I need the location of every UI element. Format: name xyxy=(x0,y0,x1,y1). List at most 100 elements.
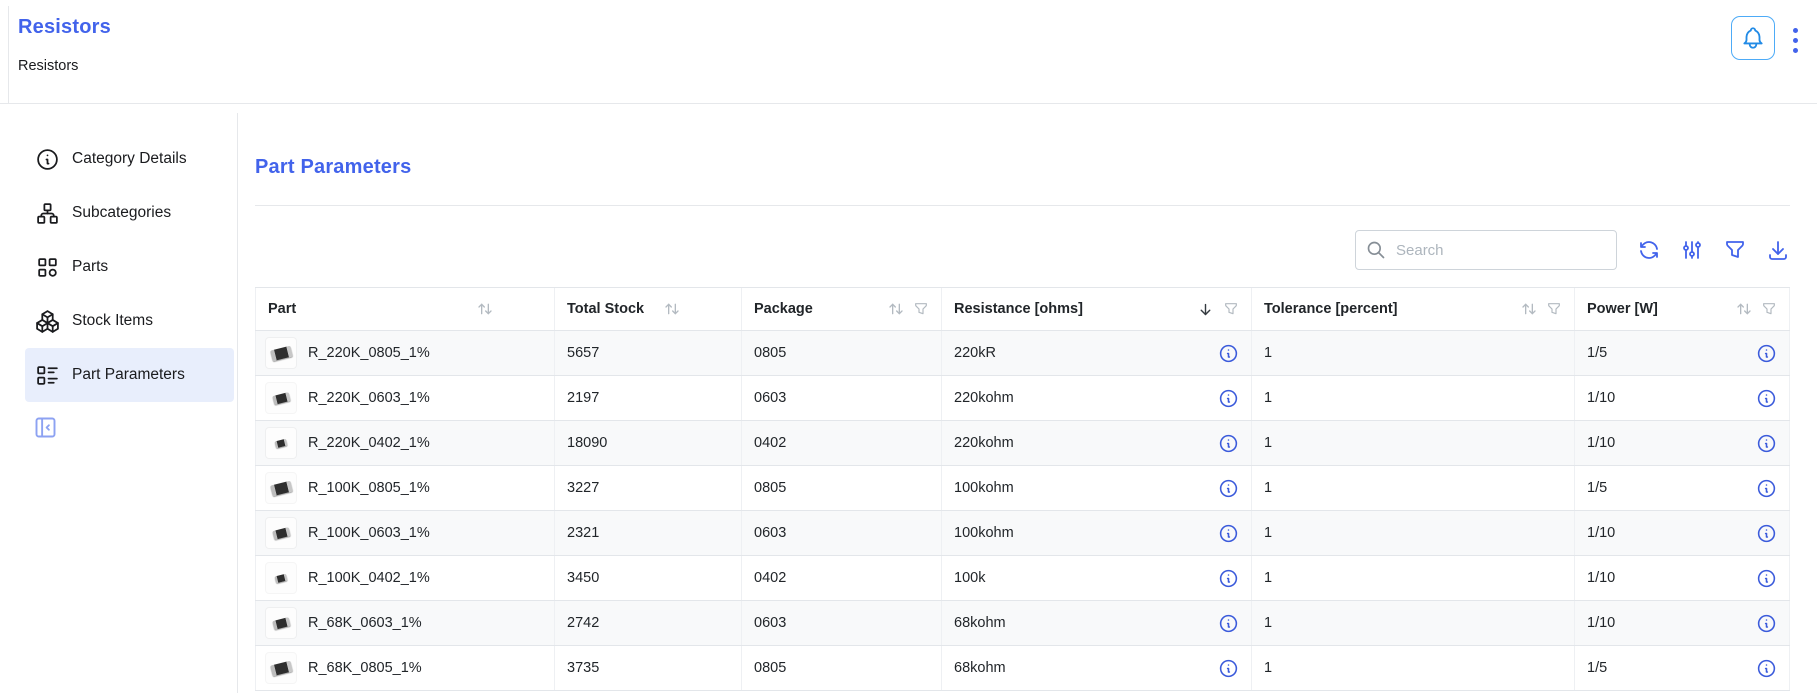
cell-power: 1/10 xyxy=(1575,421,1790,465)
table-row[interactable]: R_220K_0402_1%180900402220kohm11/10 xyxy=(255,421,1790,466)
cell-value: 2742 xyxy=(567,615,599,631)
column-header-total-stock[interactable]: Total Stock xyxy=(555,288,742,330)
cell-total-stock: 3450 xyxy=(555,556,742,600)
bell-icon xyxy=(1740,25,1766,51)
sidebar-item-part-parameters[interactable]: Part Parameters xyxy=(25,348,234,402)
column-filter-icon[interactable] xyxy=(1546,301,1562,317)
sidebar-item-stock-items[interactable]: Stock Items xyxy=(25,294,234,348)
sitemap-icon xyxy=(35,201,60,226)
cell-value: R_100K_0805_1% xyxy=(308,480,430,496)
cell-value: 68kohm xyxy=(954,615,1006,631)
table-row[interactable]: R_100K_0402_1%34500402100k11/10 xyxy=(255,556,1790,601)
column-header-power-w[interactable]: Power [W] xyxy=(1575,288,1790,330)
cell-power: 1/10 xyxy=(1575,376,1790,420)
cell-value: 2321 xyxy=(567,525,599,541)
sort-icon xyxy=(1521,301,1537,317)
cell-tolerance: 1 xyxy=(1252,601,1575,645)
sidebar-item-subcategories[interactable]: Subcategories xyxy=(25,186,234,240)
info-icon[interactable] xyxy=(1756,388,1777,409)
cell-total-stock: 2742 xyxy=(555,601,742,645)
cell-package: 0805 xyxy=(742,646,942,690)
column-label: Package xyxy=(754,301,813,317)
column-header-tolerance-percent[interactable]: Tolerance [percent] xyxy=(1252,288,1575,330)
sidebar-item-label: Parts xyxy=(72,258,108,276)
cell-value: 1 xyxy=(1264,570,1272,586)
cell-part: R_68K_0603_1% xyxy=(255,601,555,645)
cell-value: R_220K_0805_1% xyxy=(308,345,430,361)
cell-resistance: 100kohm xyxy=(942,511,1252,555)
info-circle-icon xyxy=(35,147,60,172)
info-icon[interactable] xyxy=(1218,388,1239,409)
cell-package: 0603 xyxy=(742,511,942,555)
table-row[interactable]: R_100K_0805_1%32270805100kohm11/5 xyxy=(255,466,1790,511)
cell-value: 0402 xyxy=(754,435,786,451)
info-icon[interactable] xyxy=(1218,433,1239,454)
cell-value: 2197 xyxy=(567,390,599,406)
cell-power: 1/5 xyxy=(1575,331,1790,375)
part-thumbnail-image xyxy=(266,383,296,413)
info-icon[interactable] xyxy=(1756,478,1777,499)
info-icon[interactable] xyxy=(1218,568,1239,589)
column-filter-icon[interactable] xyxy=(913,301,929,317)
table-row[interactable]: R_68K_0603_1%2742060368kohm11/10 xyxy=(255,601,1790,646)
cell-value: 220kohm xyxy=(954,390,1014,406)
column-header-part[interactable]: Part xyxy=(255,288,555,330)
column-filter-icon[interactable] xyxy=(1761,301,1777,317)
part-thumbnail-image xyxy=(266,428,296,458)
part-thumbnail-image xyxy=(266,653,296,683)
info-icon[interactable] xyxy=(1218,523,1239,544)
cell-value: 100k xyxy=(954,570,985,586)
info-icon[interactable] xyxy=(1756,613,1777,634)
info-icon[interactable] xyxy=(1756,568,1777,589)
table-row[interactable]: R_220K_0603_1%21970603220kohm11/10 xyxy=(255,376,1790,421)
collapse-sidebar-button[interactable] xyxy=(32,414,59,441)
cell-value: 1 xyxy=(1264,615,1272,631)
info-icon[interactable] xyxy=(1756,433,1777,454)
sidebar-item-parts[interactable]: Parts xyxy=(25,240,234,294)
info-icon[interactable] xyxy=(1756,658,1777,679)
info-icon[interactable] xyxy=(1218,478,1239,499)
info-icon[interactable] xyxy=(1218,343,1239,364)
column-header-package[interactable]: Package xyxy=(742,288,942,330)
search-input[interactable] xyxy=(1394,241,1606,260)
table-columns-button[interactable] xyxy=(1680,238,1704,262)
info-icon[interactable] xyxy=(1756,523,1777,544)
cell-value: 1/10 xyxy=(1587,570,1615,586)
cell-value: 1/5 xyxy=(1587,480,1607,496)
column-label: Total Stock xyxy=(567,301,644,317)
cell-power: 1/5 xyxy=(1575,646,1790,690)
cell-resistance: 100k xyxy=(942,556,1252,600)
cell-value: 1/5 xyxy=(1587,660,1607,676)
table-row[interactable]: R_220K_0805_1%56570805220kR11/5 xyxy=(255,331,1790,376)
column-label: Part xyxy=(268,301,296,317)
table-row[interactable]: R_100K_0603_1%23210603100kohm11/10 xyxy=(255,511,1790,556)
cell-value: R_68K_0603_1% xyxy=(308,615,422,631)
panel-sidebar: Category Details Subcategories Parts Sto… xyxy=(25,132,234,446)
part-parameters-table: Part Total Stock Package Resistance [ohms]T… xyxy=(255,287,1790,691)
cell-value: 3735 xyxy=(567,660,599,676)
cell-value: R_220K_0402_1% xyxy=(308,435,430,451)
info-icon[interactable] xyxy=(1756,343,1777,364)
refresh-button[interactable] xyxy=(1637,238,1661,262)
column-header-resistance-ohms[interactable]: Resistance [ohms] xyxy=(942,288,1252,330)
notifications-button[interactable] xyxy=(1731,16,1775,60)
sidebar-item-label: Category Details xyxy=(72,150,187,168)
table-filters-button[interactable] xyxy=(1723,238,1747,262)
main-panel: Part Parameters xyxy=(255,113,1790,693)
overflow-menu-button[interactable] xyxy=(1782,20,1808,60)
cell-value: 0603 xyxy=(754,390,786,406)
sort-descending-icon xyxy=(1197,301,1214,318)
cell-value: 1/10 xyxy=(1587,525,1615,541)
info-icon[interactable] xyxy=(1218,658,1239,679)
adjustments-icon xyxy=(1680,238,1704,262)
breadcrumb-item-resistors[interactable]: Resistors xyxy=(18,58,78,74)
info-icon[interactable] xyxy=(1218,613,1239,634)
cell-value: 18090 xyxy=(567,435,607,451)
cell-package: 0402 xyxy=(742,421,942,465)
sidebar-item-category-details[interactable]: Category Details xyxy=(25,132,234,186)
column-filter-icon[interactable] xyxy=(1223,301,1239,317)
cell-value: R_100K_0603_1% xyxy=(308,525,430,541)
table-row[interactable]: R_68K_0805_1%3735080568kohm11/5 xyxy=(255,646,1790,691)
page-header: Resistors Resistors xyxy=(0,0,1817,104)
download-button[interactable] xyxy=(1766,238,1790,262)
